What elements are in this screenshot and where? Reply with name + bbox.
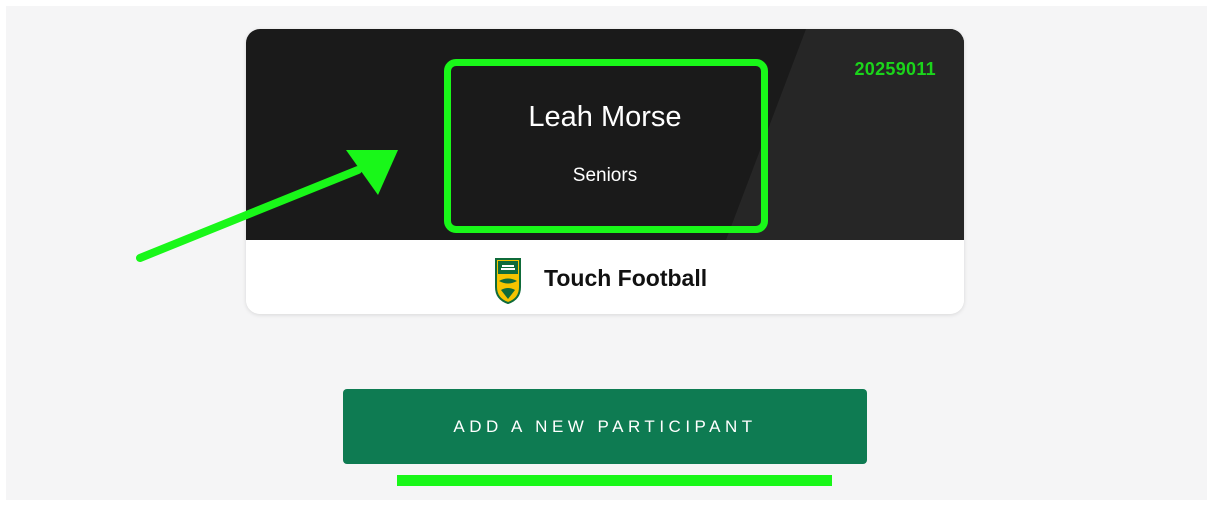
participant-id: 20259011: [854, 59, 936, 79]
touch-football-logo-icon: [495, 258, 521, 305]
highlight-underline: [397, 475, 832, 486]
highlight-annotation-box: [444, 59, 768, 233]
sport-name: Touch Football: [544, 265, 708, 291]
arrow-annotation-icon: [136, 150, 398, 262]
add-new-participant-button[interactable]: ADD A NEW PARTICIPANT: [343, 389, 867, 464]
